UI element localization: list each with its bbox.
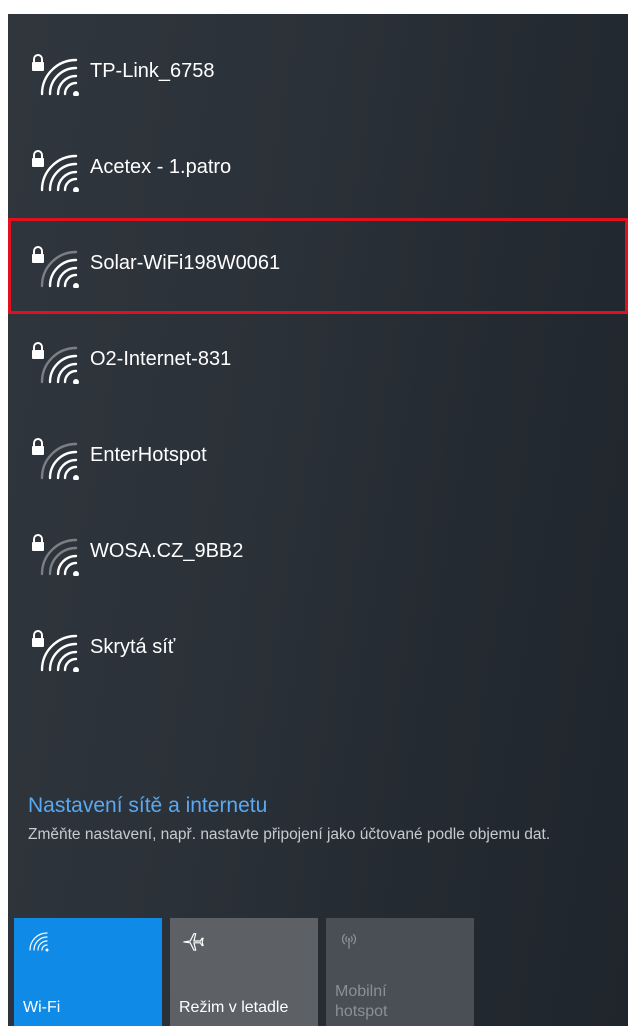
network-item[interactable]: WOSA.CZ_9BB2: [8, 506, 628, 602]
lock-icon: [32, 438, 44, 455]
lock-icon: [32, 150, 44, 167]
mobile-hotspot-label: Mobilní hotspot: [335, 982, 387, 1022]
network-item[interactable]: Solar-WiFi198W0061: [8, 218, 628, 314]
lock-icon: [32, 246, 44, 263]
network-settings-description: Změňte nastavení, např. nastavte připoje…: [28, 826, 551, 843]
network-settings-link[interactable]: Nastavení sítě a internetu: [28, 794, 628, 818]
lock-icon: [32, 630, 44, 647]
wifi-quick-action-label: Wi-Fi: [23, 999, 61, 1016]
wifi-quick-action-button[interactable]: Wi-Fi: [14, 918, 162, 1026]
network-settings-section: Nastavení sítě a internetu Změňte nastav…: [28, 794, 628, 846]
network-name: O2-Internet-831: [90, 348, 232, 370]
network-item[interactable]: Skrytá síť: [8, 602, 628, 698]
network-item[interactable]: Acetex - 1.patro: [8, 122, 628, 218]
network-list: TP-Link_6758 Acetex - 1.patro Solar-WiFi19…: [8, 26, 628, 698]
network-name: Solar-WiFi198W0061: [90, 252, 281, 274]
secured-wifi-signal-icon: [32, 342, 79, 384]
lock-icon: [32, 54, 44, 71]
network-name: Skrytá síť: [90, 636, 176, 658]
network-name: WOSA.CZ_9BB2: [90, 540, 244, 562]
airplane-icon: [183, 933, 204, 951]
secured-wifi-signal-icon: [32, 246, 79, 288]
network-item[interactable]: O2-Internet-831: [8, 314, 628, 410]
hotspot-icon: [341, 933, 357, 949]
network-name: EnterHotspot: [90, 444, 207, 466]
network-flyout: TP-Link_6758 Acetex - 1.patro Solar-WiFi19…: [8, 14, 628, 1026]
network-name: TP-Link_6758: [90, 60, 215, 82]
network-item[interactable]: TP-Link_6758: [8, 26, 628, 122]
lock-icon: [32, 534, 44, 551]
lock-icon: [32, 342, 44, 359]
airplane-mode-label: Režim v letadle: [179, 999, 289, 1016]
airplane-mode-button[interactable]: Režim v letadle: [170, 918, 318, 1026]
secured-wifi-signal-icon: [32, 438, 79, 480]
wifi-icon: [29, 932, 49, 952]
network-item[interactable]: EnterHotspot: [8, 410, 628, 506]
secured-wifi-signal-icon: [32, 534, 79, 576]
secured-wifi-signal-icon: [32, 630, 79, 672]
mobile-hotspot-label-line1: Mobilní: [335, 983, 387, 1000]
secured-wifi-signal-icon: [32, 150, 79, 192]
mobile-hotspot-button[interactable]: Mobilní hotspot: [326, 918, 474, 1026]
mobile-hotspot-label-line2: hotspot: [335, 1003, 388, 1020]
secured-wifi-signal-icon: [32, 54, 79, 96]
network-name: Acetex - 1.patro: [90, 156, 232, 178]
